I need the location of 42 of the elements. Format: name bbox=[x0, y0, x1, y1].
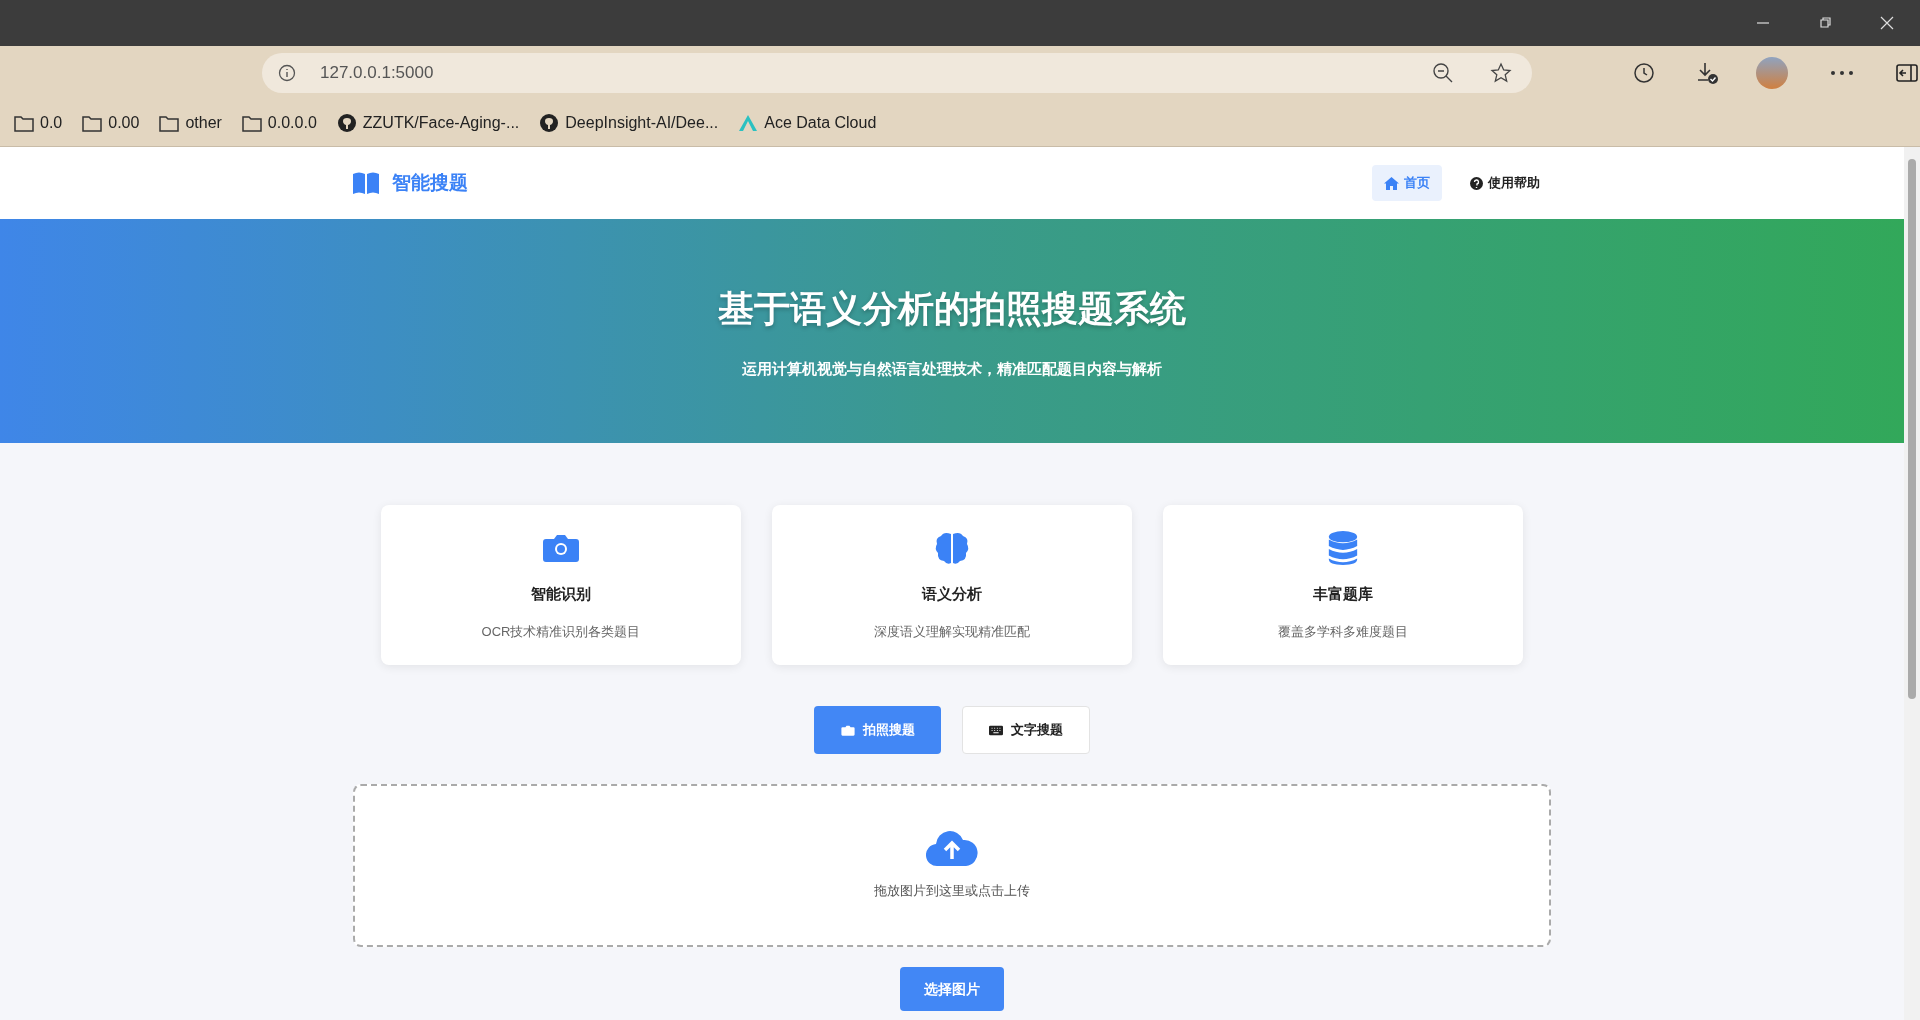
bookmark[interactable]: 0.00 bbox=[108, 111, 140, 135]
bookmark[interactable]: 0.0 bbox=[40, 111, 63, 135]
feature-description: 深度语义理解实现精准匹配 bbox=[874, 622, 1030, 641]
keyboard-icon bbox=[989, 724, 1003, 736]
address-field[interactable]: 127.0.0.1:5000 bbox=[320, 60, 434, 86]
folder-icon bbox=[159, 114, 180, 132]
info-icon[interactable] bbox=[278, 64, 296, 82]
restore-icon[interactable] bbox=[1818, 16, 1832, 30]
bookmark[interactable]: DeepInsight-AI/Dee... bbox=[565, 111, 719, 135]
bookmark[interactable]: Ace Data Cloud bbox=[764, 111, 877, 135]
search-mode-tab[interactable]: 文字搜题 bbox=[962, 706, 1090, 754]
zoom-out-icon[interactable] bbox=[1432, 62, 1454, 84]
help-icon bbox=[1470, 176, 1483, 190]
close-icon[interactable] bbox=[1880, 16, 1894, 30]
feature-description: 覆盖多学科多难度题目 bbox=[1278, 622, 1408, 641]
bookmark[interactable]: other bbox=[185, 111, 222, 135]
folder-icon bbox=[82, 114, 103, 132]
bookmark[interactable]: 0.0.0.0 bbox=[267, 111, 317, 135]
home-icon bbox=[1384, 176, 1399, 190]
book-icon bbox=[352, 171, 380, 195]
brand-name[interactable]: 智能搜题 bbox=[392, 168, 468, 198]
scrollbar[interactable] bbox=[1904, 147, 1920, 1020]
feature-title: 语义分析 bbox=[922, 584, 982, 604]
history-icon[interactable] bbox=[1632, 61, 1656, 85]
more-icon[interactable] bbox=[1830, 70, 1854, 76]
brain-icon bbox=[934, 531, 970, 565]
bookmark[interactable]: ZZUTK/Face-Aging-... bbox=[362, 111, 520, 135]
folder-icon bbox=[241, 114, 262, 132]
folder-icon bbox=[14, 114, 34, 132]
upload-area[interactable]: 拖放图片到这里或点击上传 bbox=[353, 784, 1551, 947]
upload-hint: 拖放图片到这里或点击上传 bbox=[874, 881, 1030, 900]
nav-link[interactable]: 使用帮助 bbox=[1458, 165, 1552, 201]
cloud-upload-icon bbox=[926, 830, 978, 867]
feature-title: 智能识别 bbox=[531, 584, 591, 604]
hero-subtitle: 运用计算机视觉与自然语言处理技术，精准匹配题目内容与解析 bbox=[742, 358, 1162, 379]
hero-title: 基于语义分析的拍照搜题系统 bbox=[718, 286, 1186, 331]
star-icon[interactable] bbox=[1490, 62, 1512, 84]
sidebar-icon[interactable] bbox=[1896, 63, 1918, 83]
camera-icon bbox=[840, 724, 855, 736]
triangle-logo-icon bbox=[738, 114, 759, 132]
feature-title: 丰富题库 bbox=[1313, 584, 1373, 604]
feature-description: OCR技术精准识别各类题目 bbox=[481, 622, 641, 641]
